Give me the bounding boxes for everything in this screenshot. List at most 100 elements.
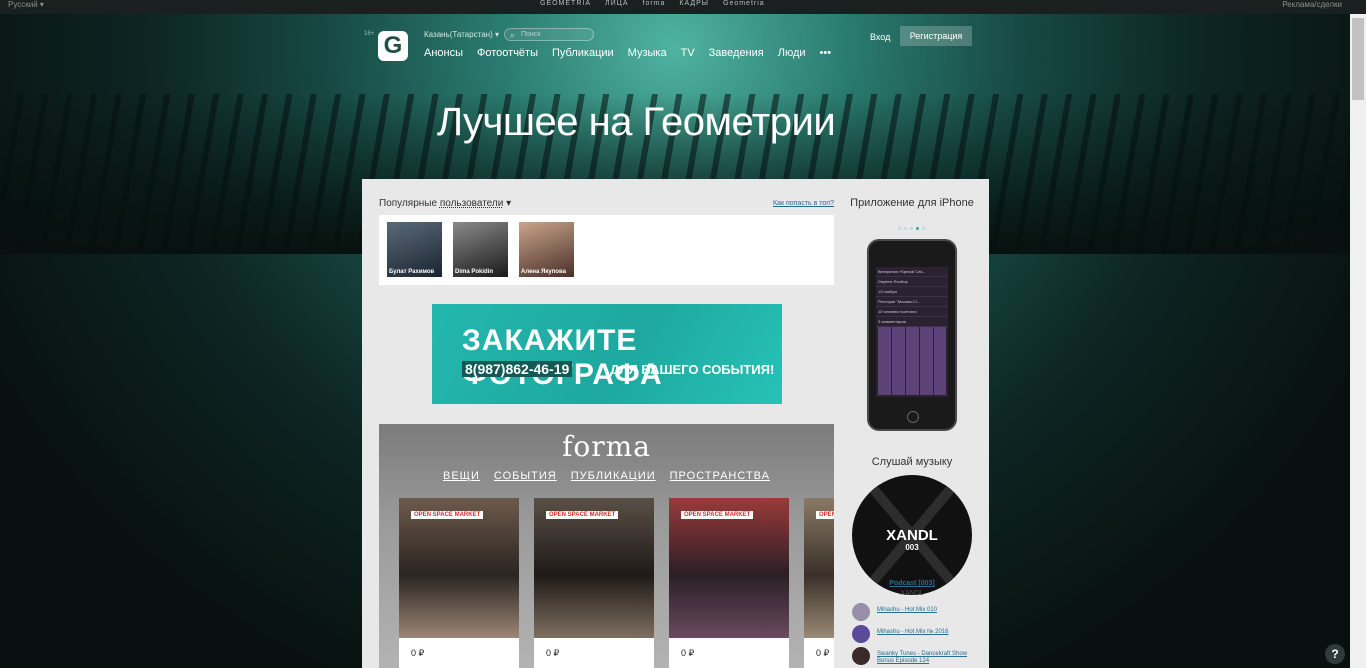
scrollbar-thumb[interactable] xyxy=(1352,18,1364,100)
card-price: 0 ₽ xyxy=(681,648,695,658)
track-item[interactable]: Mihashu - Hot Mix № 2016 xyxy=(852,624,982,646)
home-button-icon xyxy=(907,411,919,423)
nav-item-photo-reports[interactable]: Фотоотчёты xyxy=(477,47,538,59)
nav-item-publications[interactable]: Публикации xyxy=(552,47,614,59)
tab-things[interactable]: ВЕЩИ xyxy=(443,470,480,482)
how-to-top-link[interactable]: Как попасть в топ? xyxy=(773,200,834,207)
track-link[interactable]: Mihashu - Hot Mix № 2016 xyxy=(877,629,982,636)
forma-card[interactable]: OPEN 0 ₽ xyxy=(804,498,834,668)
nav-menu: Анонсы Фотоотчёты Публикации Музыка TV З… xyxy=(424,47,831,59)
phone-row: Вечеринка «Special Cas... xyxy=(876,267,948,277)
content-panel: Популярные пользователи ▾ Как попасть в … xyxy=(362,179,989,668)
phone-row: 13 ноября xyxy=(876,287,948,297)
help-button[interactable]: ? xyxy=(1325,644,1345,664)
user-card[interactable]: Булат Рахимов xyxy=(387,222,442,277)
music-title: Слушай музыку xyxy=(871,456,953,468)
card-tag: OPEN xyxy=(816,511,834,519)
search-placeholder: Поиск xyxy=(521,31,541,38)
forma-logo[interactable]: forma xyxy=(379,430,834,463)
carousel-dot[interactable] xyxy=(922,227,925,230)
card-price: 0 ₽ xyxy=(546,648,560,658)
phone-row: Ресторан "Москва-Сi... xyxy=(876,297,948,307)
user-name: Алена Якупова xyxy=(521,269,566,275)
nav-item-announcements[interactable]: Анонсы xyxy=(424,47,463,59)
brand-link-geometria[interactable]: GEOMETRIA xyxy=(540,0,591,7)
search-input[interactable]: ⌕ Поиск xyxy=(504,28,594,41)
chevron-down-icon[interactable]: ▾ xyxy=(506,198,511,209)
podcast-link[interactable]: Podcast [003] xyxy=(842,580,982,587)
track-list: Mihashu - Hot Mix 010 Mihashu - Hot Mix … xyxy=(852,602,982,668)
language-selector[interactable]: Русский ▾ xyxy=(8,0,44,9)
phone-screen: Вечеринка «Special Cas... Daytime Roofto… xyxy=(876,267,948,397)
login-link[interactable]: Вход xyxy=(870,32,890,42)
card-image xyxy=(399,498,519,638)
avatar xyxy=(852,603,870,621)
brand-link-forma[interactable]: forma xyxy=(643,0,666,7)
photographer-ad-banner[interactable]: ЗАКАЖИТЕ ФОТОГРАФА 8(987)862-46-19 ДЛЯ В… xyxy=(432,304,782,404)
nav-item-tv[interactable]: TV xyxy=(681,47,695,59)
popular-label: Популярные xyxy=(379,198,438,209)
card-tag: OPEN SPACE MARKET xyxy=(681,511,754,519)
avatar xyxy=(852,647,870,665)
search-icon: ⌕ xyxy=(510,31,515,40)
phone-row: 3 комментария xyxy=(876,317,948,327)
carousel-dot[interactable] xyxy=(910,227,913,230)
forma-tabs: ВЕЩИ СОБЫТИЯ ПУБЛИКАЦИИ ПРОСТРАНСТВА xyxy=(379,470,834,482)
card-image xyxy=(804,498,834,638)
track-item[interactable]: Mihashu - Hot Mix 010 xyxy=(852,602,982,624)
nav-item-people[interactable]: Люди xyxy=(778,47,806,59)
tab-spaces[interactable]: ПРОСТРАНСТВА xyxy=(670,470,770,482)
avatar xyxy=(852,625,870,643)
banner-subline: ДЛЯ ВАШЕГО СОБЫТИЯ! xyxy=(610,362,775,377)
tab-publications[interactable]: ПУБЛИКАЦИИ xyxy=(571,470,656,482)
carousel-dot[interactable] xyxy=(904,227,907,230)
user-name: Dima Pokidin xyxy=(455,269,494,275)
page-scrollbar[interactable] xyxy=(1350,14,1366,668)
popular-type-selector[interactable]: пользователи xyxy=(440,198,504,209)
city-selector[interactable]: Казань(Татарстан) ▾ xyxy=(424,30,499,39)
phone-photo-grid xyxy=(878,327,946,395)
track-link[interactable]: Mihashu - Hot Mix 010 xyxy=(877,607,982,614)
phone-row: 10 человек посетили xyxy=(876,307,948,317)
age-badge: 16+ xyxy=(364,31,375,37)
album-number: 003 xyxy=(905,543,919,552)
carousel-dots[interactable] xyxy=(898,227,925,230)
album-cover[interactable]: XANDL 003 xyxy=(852,475,972,595)
tab-events[interactable]: СОБЫТИЯ xyxy=(494,470,557,482)
forma-card[interactable]: OPEN SPACE MARKET 0 ₽ xyxy=(399,498,519,668)
carousel-dot-active[interactable] xyxy=(916,227,919,230)
geometria-logo[interactable]: G xyxy=(378,31,408,61)
track-link[interactable]: Swanky Tunes - Dancekraft Show Bonus Epi… xyxy=(877,651,982,665)
user-card[interactable]: Dima Pokidin xyxy=(453,222,508,277)
forma-card[interactable]: OPEN SPACE MARKET 0 ₽ xyxy=(669,498,789,668)
track-item[interactable]: Swanky Tunes - Dancekraft Show Bonus Epi… xyxy=(852,646,982,668)
forma-card[interactable]: OPEN SPACE MARKET 0 ₽ xyxy=(534,498,654,668)
forma-widget: forma ВЕЩИ СОБЫТИЯ ПУБЛИКАЦИИ ПРОСТРАНСТ… xyxy=(379,424,834,668)
brand-link-litsa[interactable]: ЛИЦА xyxy=(605,0,628,7)
card-image xyxy=(534,498,654,638)
card-tag: OPEN SPACE MARKET xyxy=(546,511,619,519)
forma-cards: OPEN SPACE MARKET 0 ₽ OPEN SPACE MARKET … xyxy=(399,498,834,668)
popular-header: Популярные пользователи ▾ Как попасть в … xyxy=(379,198,834,209)
brand-link-geometria-app[interactable]: Geometria xyxy=(723,0,765,7)
top-bar: Русский ▾ GEOMETRIA ЛИЦА forma КАДРЫ Geo… xyxy=(0,0,1366,14)
nav-item-music[interactable]: Музыка xyxy=(628,47,667,59)
ads-link[interactable]: Реклама/сделки xyxy=(1282,0,1342,9)
phone-row: Daytime Rooftop xyxy=(876,277,948,287)
iphone-image[interactable]: Вечеринка «Special Cas... Daytime Roofto… xyxy=(867,239,957,431)
main-nav: 16+ G Казань(Татарстан) ▾ ⌕ Поиск Анонсы… xyxy=(364,26,972,68)
register-button[interactable]: Регистрация xyxy=(900,26,972,46)
card-price: 0 ₽ xyxy=(816,648,830,658)
nav-item-venues[interactable]: Заведения xyxy=(709,47,764,59)
carousel-dot[interactable] xyxy=(898,227,901,230)
banner-phone: 8(987)862-46-19 xyxy=(462,361,573,377)
more-menu-icon[interactable]: ••• xyxy=(820,47,832,59)
iphone-app-title: Приложение для iPhone xyxy=(850,197,974,209)
card-price: 0 ₽ xyxy=(411,648,425,658)
album-brand: XANDL xyxy=(886,527,938,544)
user-card[interactable]: Алена Якупова xyxy=(519,222,574,277)
banner-headline: ЗАКАЖИТЕ ФОТОГРАФА xyxy=(462,324,662,391)
popular-users-list: Булат Рахимов Dima Pokidin Алена Якупова xyxy=(379,215,834,285)
brand-link-kadry[interactable]: КАДРЫ xyxy=(679,0,709,7)
card-tag: OPEN SPACE MARKET xyxy=(411,511,484,519)
